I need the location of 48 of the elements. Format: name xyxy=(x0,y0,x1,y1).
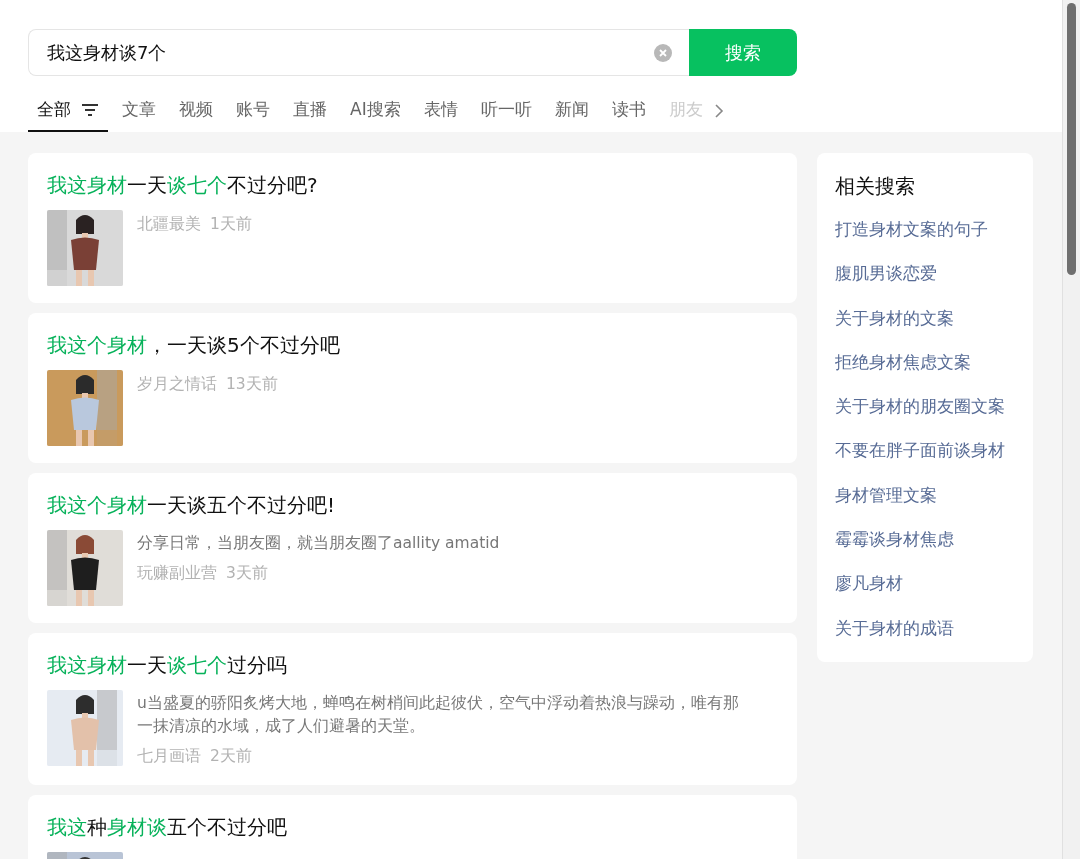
result-title[interactable]: 我这个身材，一天谈5个不过分吧 xyxy=(47,330,340,360)
related-link[interactable]: 不要在胖子面前谈身材 xyxy=(835,428,1017,473)
result-summary: 分享日常，当朋友圈，就当朋友圈了aallity amatid xyxy=(137,533,500,554)
source-name: 七月画语 xyxy=(137,746,201,767)
related-link[interactable]: 身材管理文案 xyxy=(835,472,1017,518)
source-name: 北疆最美 xyxy=(137,214,201,235)
related-link[interactable]: 打造身材文案的句子 xyxy=(835,207,1017,252)
clear-icon[interactable] xyxy=(654,43,672,62)
result-title[interactable]: 我这种身材谈五个不过分吧 xyxy=(47,812,287,842)
tab[interactable]: 听一听 xyxy=(471,89,541,132)
source-name: 岁月之情话 xyxy=(137,374,217,395)
result-title[interactable]: 我这身材一天谈七个不过分吧? xyxy=(47,170,318,200)
tab[interactable]: 直播 xyxy=(284,89,336,132)
scrollbar[interactable] xyxy=(1062,0,1080,859)
result-card[interactable]: 我这身材一天谈七个过分吗 u当盛夏的骄阳炙烤大地，蝉鸣在树梢间此起彼伏，空气中浮动着热浪与躁动，唯有那一抹清凉的水域，成了人们避暑的天堂。 七月画语 2天前 xyxy=(28,633,797,785)
scrollbar-thumb[interactable] xyxy=(1067,3,1076,275)
related-link[interactable]: 拒绝身材焦虑文案 xyxy=(835,339,1017,385)
result-card[interactable]: 我这身材一天谈七个不过分吧? 北疆最美 1天前 xyxy=(28,153,797,303)
tab[interactable]: 视频 xyxy=(170,89,222,132)
related-title: 相关搜索 xyxy=(835,173,916,200)
post-time: 2天前 xyxy=(210,746,252,767)
related-link[interactable]: 关于身材的成语 xyxy=(835,605,1017,650)
tab[interactable]: 全部 xyxy=(28,89,108,132)
filter-icon[interactable] xyxy=(81,102,99,117)
result-card[interactable]: 我这个身材，一天谈5个不过分吧 岁月之情话 13天前 xyxy=(28,313,797,463)
search-value: 我这身材谈7个 xyxy=(47,40,168,65)
tab[interactable]: AI搜索 xyxy=(341,89,410,132)
result-card[interactable]: 我这个身材一天谈五个不过分吧! 分享日常，当朋友圈，就当朋友圈了aallity amatid 玩赚副业营 3天前 xyxy=(28,473,797,623)
post-time: 3天前 xyxy=(226,563,268,584)
tab[interactable]: 读书 xyxy=(602,89,655,132)
related-link[interactable]: 关于身材的文案 xyxy=(835,295,1017,340)
search-field[interactable]: 我这身材谈7个 xyxy=(28,29,689,76)
result-card[interactable]: 我这种身材谈五个不过分吧 xyxy=(28,795,797,859)
result-summary: u当盛夏的骄阳炙烤大地，蝉鸣在树梢间此起彼伏，空气中浮动着热浪与躁动，唯有那一抹清凉的水域，成了人们避暑的天堂。 xyxy=(137,693,740,737)
post-time: 1天前 xyxy=(210,214,252,235)
related-link[interactable]: 关于身材的朋友圈文案 xyxy=(835,384,1017,429)
related-link[interactable]: 腹肌男谈恋爱 xyxy=(835,251,1017,296)
result-title[interactable]: 我这身材一天谈七个过分吗 xyxy=(47,650,287,680)
related-link[interactable]: 廖凡身材 xyxy=(835,561,1017,606)
tab[interactable]: 表情 xyxy=(414,89,467,132)
tab[interactable]: 账号 xyxy=(227,89,279,132)
chevron-right-icon[interactable] xyxy=(713,102,724,119)
source-name: 玩赚副业营 xyxy=(137,563,217,584)
related-link[interactable]: 霉霉谈身材焦虑 xyxy=(835,517,1017,562)
post-time: 13天前 xyxy=(226,374,278,395)
result-title[interactable]: 我这个身材一天谈五个不过分吧! xyxy=(47,490,336,520)
tab[interactable]: 文章 xyxy=(113,89,165,132)
tab[interactable]: 新闻 xyxy=(545,89,598,132)
